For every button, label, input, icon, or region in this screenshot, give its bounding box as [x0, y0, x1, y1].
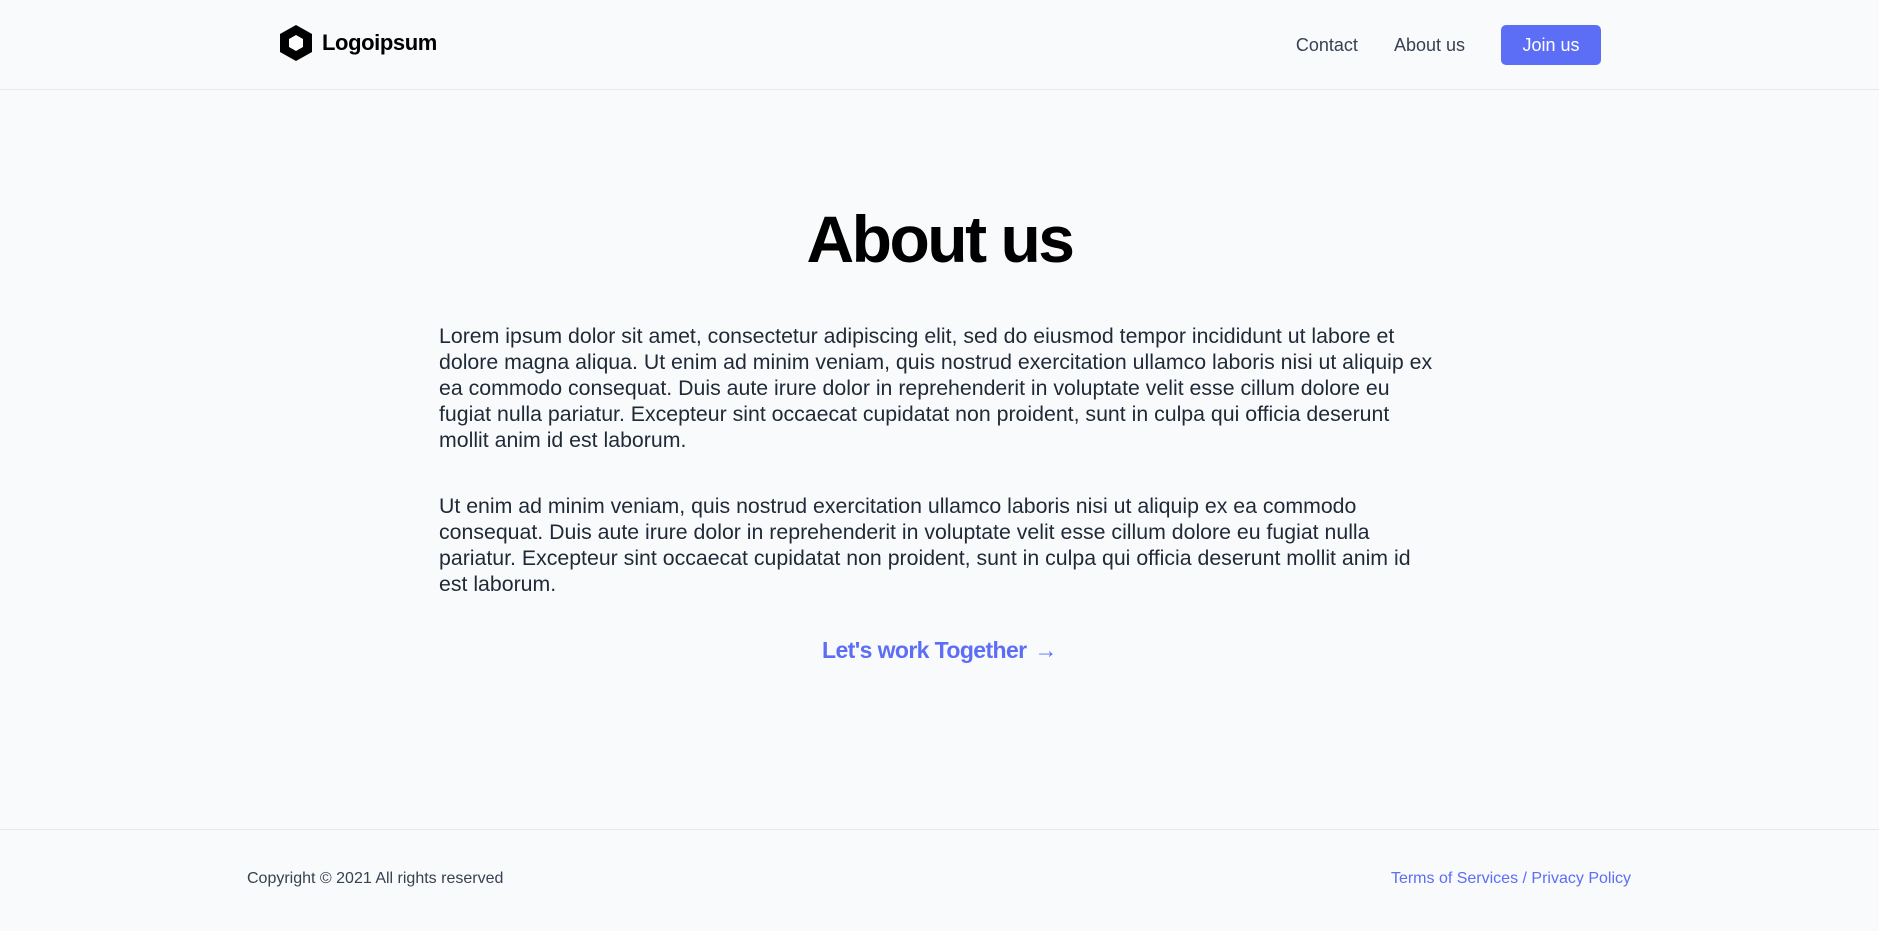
site-footer: Copyright © 2021 All rights reserved Ter… — [0, 829, 1879, 931]
arrow-right-icon: → — [1034, 637, 1058, 663]
logo-link[interactable]: Logoipsum — [278, 24, 437, 62]
logo-text: Logoipsum — [322, 30, 437, 55]
work-together-link[interactable]: Let's work Together → — [822, 637, 1058, 664]
page-title: About us — [806, 202, 1075, 276]
privacy-link[interactable]: Privacy Policy — [1531, 870, 1631, 887]
nav-contact-link[interactable]: Contact — [1296, 25, 1358, 65]
legal-links: Terms of Services / Privacy Policy — [1391, 870, 1631, 888]
join-us-button[interactable]: Join us — [1501, 25, 1601, 65]
main-nav: Contact About us Join us — [1296, 25, 1601, 65]
legal-separator: / — [1518, 870, 1532, 887]
terms-link[interactable]: Terms of Services — [1391, 870, 1518, 887]
about-paragraph-2: Ut enim ad minim veniam, quis nostrud ex… — [439, 494, 1411, 596]
about-paragraph-1: Lorem ipsum dolor sit amet, consectetur … — [439, 324, 1433, 452]
site-header: Logoipsum Contact About us Join us — [0, 0, 1879, 90]
cta-label: Let's work Together — [822, 637, 1027, 663]
hexagon-logo-icon — [278, 24, 314, 62]
cta-container: Let's work Together → — [0, 637, 1879, 664]
copyright-text: Copyright © 2021 All rights reserved — [247, 870, 504, 887]
nav-about-link[interactable]: About us — [1394, 25, 1465, 65]
